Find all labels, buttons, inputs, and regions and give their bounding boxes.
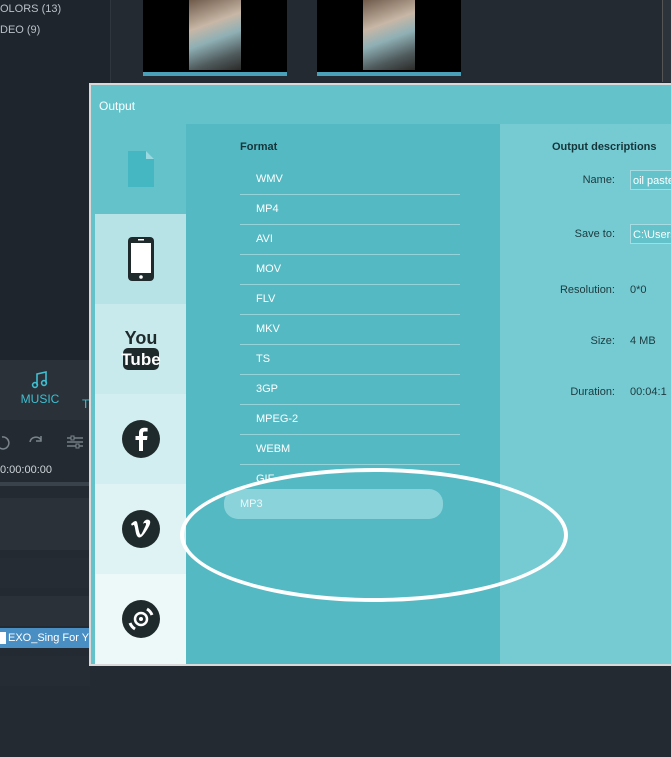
thumbnail-image	[189, 0, 241, 70]
sidebar-item-device[interactable]	[95, 214, 186, 304]
sidebar-item-facebook[interactable]	[95, 394, 186, 484]
timeline-ruler[interactable]	[0, 482, 90, 486]
timeline-tools	[0, 430, 90, 456]
resolution-value: 0*0	[630, 284, 647, 296]
save-to-label: Save to:	[574, 228, 615, 240]
highlight-ellipse	[180, 468, 568, 602]
empty-track[interactable]	[0, 558, 90, 588]
size-label: Size:	[590, 335, 615, 347]
redo-icon[interactable]	[26, 434, 44, 450]
duration-label: Duration:	[570, 386, 615, 398]
empty-track[interactable]	[0, 656, 90, 686]
format-option-ts[interactable]: TS	[240, 345, 460, 375]
facebook-icon	[121, 420, 160, 458]
audio-track[interactable]	[0, 596, 90, 626]
timecode-readout: 0:00:00:00	[0, 464, 52, 476]
media-thumbnail[interactable]	[317, 0, 461, 72]
sidebar-item-vimeo[interactable]	[95, 484, 186, 574]
sidebar-item-youtube[interactable]: You Tube	[95, 304, 186, 394]
vimeo-icon	[121, 510, 160, 548]
name-label: Name:	[582, 174, 615, 186]
description-heading: Output descriptions	[552, 141, 657, 153]
format-option-avi[interactable]: AVI	[240, 225, 460, 255]
format-option-flv[interactable]: FLV	[240, 285, 460, 315]
file-icon	[127, 151, 154, 187]
undo-icon[interactable]	[0, 434, 10, 450]
clip-label: EXO_Sing For Y	[8, 632, 90, 644]
thumbnail-underline	[317, 72, 461, 76]
format-option-mkv[interactable]: MKV	[240, 315, 460, 345]
clip-marker-icon	[0, 632, 6, 645]
format-option-mp4[interactable]: MP4	[240, 195, 460, 225]
format-option-3gp[interactable]: 3GP	[240, 375, 460, 405]
format-list: WMV MP4 AVI MOV FLV MKV TS 3GP MPEG-2 WE…	[224, 165, 460, 519]
adjust-icon[interactable]	[66, 434, 84, 450]
disc-icon	[121, 600, 160, 638]
resolution-label: Resolution:	[559, 284, 615, 296]
sidebar-item-format[interactable]	[95, 124, 200, 214]
video-track[interactable]	[0, 498, 90, 550]
audio-clip[interactable]: EXO_Sing For Y	[0, 628, 90, 648]
svg-text:Tube: Tube	[121, 350, 160, 369]
phone-icon	[127, 237, 154, 281]
size-value: 4 MB	[630, 335, 656, 347]
library-item-video[interactable]: DEO (9)	[0, 24, 40, 36]
name-input[interactable]: oil pastel	[630, 170, 671, 190]
thumbnail-underline	[143, 72, 287, 76]
music-note-icon	[31, 371, 48, 389]
media-thumbnail[interactable]	[143, 0, 287, 72]
dialog-title: Output	[99, 99, 136, 113]
library-item-colors[interactable]: OLORS (13)	[0, 3, 61, 15]
format-option-mov[interactable]: MOV	[240, 255, 460, 285]
sidebar-item-dvd[interactable]	[95, 574, 186, 664]
output-description-panel: Output descriptions Name: oil pastel Sav…	[500, 124, 671, 664]
save-to-input[interactable]: C:\Users	[630, 224, 671, 244]
duration-value: 00:04:1	[630, 386, 667, 398]
format-option-wmv[interactable]: WMV	[240, 165, 460, 195]
youtube-icon: You Tube	[121, 328, 160, 370]
thumbnail-image	[363, 0, 415, 70]
format-heading: Format	[240, 141, 278, 153]
tab-music-label: MUSIC	[20, 392, 60, 406]
output-type-sidebar: You Tube	[95, 124, 200, 664]
format-option-webm[interactable]: WEBM	[240, 435, 460, 465]
tab-music[interactable]: MUSIC	[18, 370, 62, 406]
window-edge	[662, 0, 671, 82]
svg-text:You: You	[124, 328, 157, 348]
format-option-mpeg2[interactable]: MPEG-2	[240, 405, 460, 435]
